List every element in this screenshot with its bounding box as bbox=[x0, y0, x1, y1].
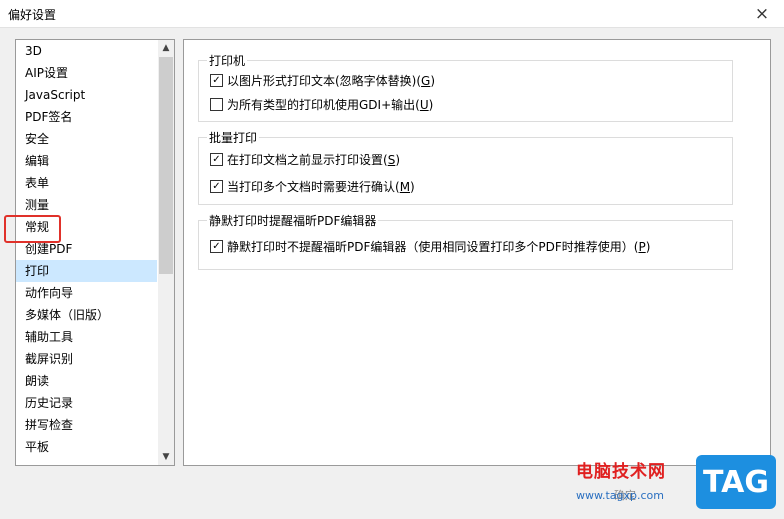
use-gdi-plus-label: 为所有类型的打印机使用GDI+输出(U) bbox=[227, 98, 434, 112]
category-item-history[interactable]: 历史记录 bbox=[16, 392, 157, 414]
watermark-tag-logo: TAG bbox=[696, 455, 776, 509]
scroll-up-arrow-icon[interactable]: ▲ bbox=[158, 40, 174, 56]
silent-print-no-remind-checkbox[interactable]: ✓ bbox=[210, 240, 223, 253]
use-gdi-plus-checkbox[interactable] bbox=[210, 98, 223, 111]
category-item-multimedia-legacy[interactable]: 多媒体（旧版） bbox=[16, 304, 157, 326]
show-print-settings-checkbox[interactable]: ✓ bbox=[210, 153, 223, 166]
show-print-settings-label: 在打印文档之前显示打印设置(S) bbox=[227, 153, 400, 167]
close-icon[interactable]: × bbox=[740, 0, 784, 27]
category-item-print[interactable]: 打印 bbox=[16, 260, 157, 282]
category-item-javascript[interactable]: JavaScript bbox=[16, 84, 157, 106]
category-scrollbar[interactable]: ▲ ▼ bbox=[158, 40, 174, 465]
category-item-tablet[interactable]: 平板 bbox=[16, 436, 157, 458]
category-item-spell-check[interactable]: 拼写检查 bbox=[16, 414, 157, 436]
category-item-accessibility[interactable]: 辅助工具 bbox=[16, 326, 157, 348]
category-item-pdf-signature[interactable]: PDF签名 bbox=[16, 106, 157, 128]
watermark-site-name: 电脑技术网 bbox=[576, 462, 666, 482]
category-list-panel: 3D AIP设置 JavaScript PDF签名 安全 编辑 表单 测量 常规… bbox=[15, 39, 175, 466]
silent-print-group: 静默打印时提醒福昕PDF编辑器 ✓ 静默打印时不提醒福昕PDF编辑器（使用相同设… bbox=[198, 212, 733, 270]
category-item-security[interactable]: 安全 bbox=[16, 128, 157, 150]
category-item-action-wizard[interactable]: 动作向导 bbox=[16, 282, 157, 304]
category-item-aip[interactable]: AIP设置 bbox=[16, 62, 157, 84]
category-item-screenshot-ocr[interactable]: 截屏识别 bbox=[16, 348, 157, 370]
silent-print-group-legend: 静默打印时提醒福昕PDF编辑器 bbox=[207, 212, 379, 229]
print-settings-panel: 打印机 ✓ 以图片形式打印文本(忽略字体替换)(G) 为所有类型的打印机使用GD… bbox=[183, 39, 771, 466]
printer-group: 打印机 ✓ 以图片形式打印文本(忽略字体替换)(G) 为所有类型的打印机使用GD… bbox=[198, 52, 733, 122]
print-text-as-image-label: 以图片形式打印文本(忽略字体替换)(G) bbox=[227, 74, 436, 88]
confirm-multiple-docs-checkbox[interactable]: ✓ bbox=[210, 180, 223, 193]
category-item-general[interactable]: 常规 bbox=[16, 216, 157, 238]
watermark-url: www.tagxp.com bbox=[576, 489, 664, 502]
category-item-measure[interactable]: 测量 bbox=[16, 194, 157, 216]
confirm-multiple-docs-label: 当打印多个文档时需要进行确认(M) bbox=[227, 180, 415, 194]
category-item-edit[interactable]: 编辑 bbox=[16, 150, 157, 172]
show-print-settings-option[interactable]: ✓ 在打印文档之前显示打印设置(S) bbox=[210, 151, 400, 168]
print-text-as-image-option[interactable]: ✓ 以图片形式打印文本(忽略字体替换)(G) bbox=[210, 72, 435, 89]
batch-print-group: 批量打印 ✓ 在打印文档之前显示打印设置(S) ✓ 当打印多个文档时需要进行确认… bbox=[198, 129, 733, 205]
batch-print-group-legend: 批量打印 bbox=[207, 129, 260, 146]
use-gdi-plus-option[interactable]: 为所有类型的打印机使用GDI+输出(U) bbox=[210, 96, 433, 113]
silent-print-no-remind-label: 静默打印时不提醒福昕PDF编辑器（使用相同设置打印多个PDF时推荐使用）(P) bbox=[227, 240, 651, 254]
scroll-down-arrow-icon[interactable]: ▼ bbox=[158, 449, 174, 465]
scroll-thumb[interactable] bbox=[159, 57, 173, 274]
printer-group-legend: 打印机 bbox=[207, 52, 248, 69]
confirm-multiple-docs-option[interactable]: ✓ 当打印多个文档时需要进行确认(M) bbox=[210, 178, 415, 195]
category-item-3d[interactable]: 3D bbox=[16, 40, 157, 62]
category-list: 3D AIP设置 JavaScript PDF签名 安全 编辑 表单 测量 常规… bbox=[16, 40, 157, 458]
category-item-read-aloud[interactable]: 朗读 bbox=[16, 370, 157, 392]
window-title: 偏好设置 bbox=[8, 8, 57, 22]
site-watermark: 电脑技术网 www.tagxp.com TAG bbox=[576, 455, 776, 515]
silent-print-no-remind-option[interactable]: ✓ 静默打印时不提醒福昕PDF编辑器（使用相同设置打印多个PDF时推荐使用）(P… bbox=[210, 238, 650, 255]
print-text-as-image-checkbox[interactable]: ✓ bbox=[210, 74, 223, 87]
title-bar: 偏好设置 × bbox=[0, 0, 784, 28]
category-item-forms[interactable]: 表单 bbox=[16, 172, 157, 194]
category-item-create-pdf[interactable]: 创建PDF bbox=[16, 238, 157, 260]
